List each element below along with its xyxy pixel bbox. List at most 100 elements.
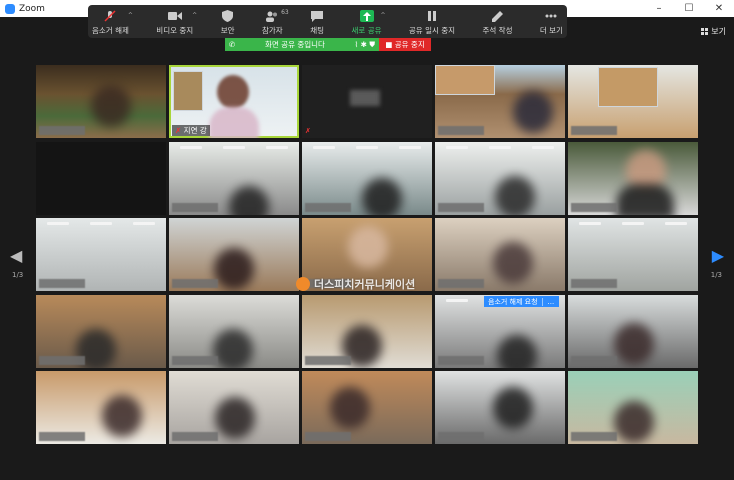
participant-tile[interactable] <box>169 141 299 215</box>
annotate-button[interactable]: 주석 작성 <box>482 5 512 38</box>
name-tag <box>438 355 484 365</box>
stop-share-label: 공유 중지 <box>394 40 425 49</box>
participants-count: 63 <box>281 9 289 16</box>
name-tag <box>571 202 617 212</box>
shield-icon <box>221 10 235 22</box>
participant-tile[interactable] <box>36 65 166 138</box>
participant-tile[interactable] <box>36 294 166 368</box>
window-title: Zoom <box>19 3 45 14</box>
mic-muted-icon: ✗ <box>175 126 184 135</box>
participant-video <box>362 177 402 215</box>
participant-video <box>217 75 249 109</box>
participant-tile[interactable] <box>169 218 299 291</box>
participant-tile[interactable] <box>568 294 698 368</box>
sharing-status-text: 화면 공유 중입니다 <box>264 40 325 49</box>
participant-video <box>614 322 654 365</box>
participant-tile[interactable] <box>435 371 565 444</box>
chevron-up-icon[interactable]: ^ <box>380 12 385 19</box>
people-icon <box>265 10 279 22</box>
prev-page-arrow-icon[interactable]: ◀ <box>10 246 22 265</box>
name-tag <box>39 126 85 135</box>
share-arrow-icon <box>359 10 374 22</box>
participant-tile[interactable] <box>435 65 565 138</box>
participant-tile[interactable] <box>36 371 166 444</box>
ceiling-lights <box>36 222 166 228</box>
participant-video <box>215 397 255 439</box>
participant-body <box>616 183 674 215</box>
participant-tile[interactable] <box>568 141 698 215</box>
participant-tile[interactable] <box>435 218 565 291</box>
background-shelf <box>173 71 203 111</box>
meeting-toolbar: ^ 음소거 해제 ^ 비디오 중지 보안 63 참가자 채팅 ^ 새로 공유 공… <box>88 5 567 38</box>
participant-body <box>209 107 259 138</box>
participant-tile[interactable] <box>36 218 166 291</box>
active-speaker-name-text: 지연 강 <box>183 126 207 135</box>
watermark-logo: 더스피치커뮤니케이션 <box>296 276 415 292</box>
participant-video <box>229 185 269 215</box>
chevron-up-icon[interactable]: ^ <box>128 12 133 19</box>
participant-tile[interactable] <box>302 371 432 444</box>
view-button-label: 보기 <box>711 27 726 36</box>
mic-muted-icon: ✗ <box>305 127 311 135</box>
name-tag <box>571 355 617 365</box>
participant-tile[interactable] <box>568 371 698 444</box>
close-icon[interactable]: ✕ <box>704 0 734 17</box>
participant-video <box>214 248 254 290</box>
participant-video <box>102 395 142 437</box>
name-tag <box>172 432 218 441</box>
ceiling-lights <box>435 145 565 152</box>
name-tag <box>39 279 85 288</box>
minimize-icon[interactable]: – <box>644 0 674 17</box>
participant-video <box>91 85 131 127</box>
participant-tile[interactable] <box>169 371 299 444</box>
stop-video-button[interactable]: ^ 비디오 중지 <box>156 5 197 38</box>
page-indicator-left: 1/3 <box>12 271 24 279</box>
ceiling-lights <box>568 222 698 228</box>
chat-button[interactable]: 채팅 <box>310 5 324 38</box>
participant-video <box>493 387 533 429</box>
participant-tile[interactable] <box>302 294 432 368</box>
stop-share-button[interactable]: ■ 공유 중지 <box>379 38 431 51</box>
participant-tile-active[interactable]: ✗ 지연 강 <box>169 65 299 138</box>
zoom-logo-icon <box>5 3 15 14</box>
name-tag <box>39 355 85 365</box>
security-button[interactable]: 보안 <box>221 5 235 38</box>
unmute-request-button[interactable]: 음소거 해제 요청 ... <box>484 296 560 307</box>
background-cabinet <box>598 67 658 107</box>
sharing-indicator[interactable]: ✆ 화면 공유 중입니다 ⌇ ✱ ⛊ <box>225 38 379 51</box>
participant-tile[interactable] <box>435 141 565 215</box>
participant-video <box>497 334 537 368</box>
pause-share-button[interactable]: 공유 일시 중지 <box>409 5 455 38</box>
participant-tile[interactable] <box>36 141 166 215</box>
participant-video <box>330 387 370 429</box>
new-share-button[interactable]: ^ 새로 공유 <box>352 5 386 38</box>
name-tag <box>305 355 351 365</box>
background-window <box>435 65 495 95</box>
active-speaker-name: ✗ 지연 강 <box>172 125 210 136</box>
chevron-up-icon[interactable]: ^ <box>192 12 197 19</box>
participant-video <box>495 175 535 215</box>
participant-tile[interactable]: ✗ <box>302 65 432 138</box>
name-tag <box>172 279 218 288</box>
window-controls: – ☐ ✕ <box>644 0 734 17</box>
participant-video <box>348 226 388 268</box>
name-tag <box>172 355 218 365</box>
name-tag <box>305 432 351 441</box>
stop-square-icon: ■ <box>385 40 395 49</box>
next-page-arrow-icon[interactable]: ▶ <box>712 246 724 265</box>
unmute-button[interactable]: ^ 음소거 해제 <box>92 5 133 38</box>
participant-tile[interactable] <box>568 65 698 138</box>
screen-share-bar: ✆ 화면 공유 중입니다 ⌇ ✱ ⛊ ■ 공유 중지 <box>225 38 431 51</box>
name-tag <box>438 279 484 288</box>
participant-tile[interactable] <box>568 218 698 291</box>
participant-tile[interactable] <box>302 141 432 215</box>
name-tag <box>571 126 617 135</box>
name-tag <box>438 432 484 441</box>
participants-button[interactable]: 63 참가자 <box>262 5 289 38</box>
view-button[interactable]: 보기 <box>701 26 726 37</box>
participant-tile[interactable] <box>169 294 299 368</box>
video-camera-icon <box>167 10 182 22</box>
maximize-icon[interactable]: ☐ <box>674 0 704 17</box>
unmute-request-more[interactable]: ... <box>541 297 560 306</box>
more-button[interactable]: 더 보기 <box>540 5 563 38</box>
